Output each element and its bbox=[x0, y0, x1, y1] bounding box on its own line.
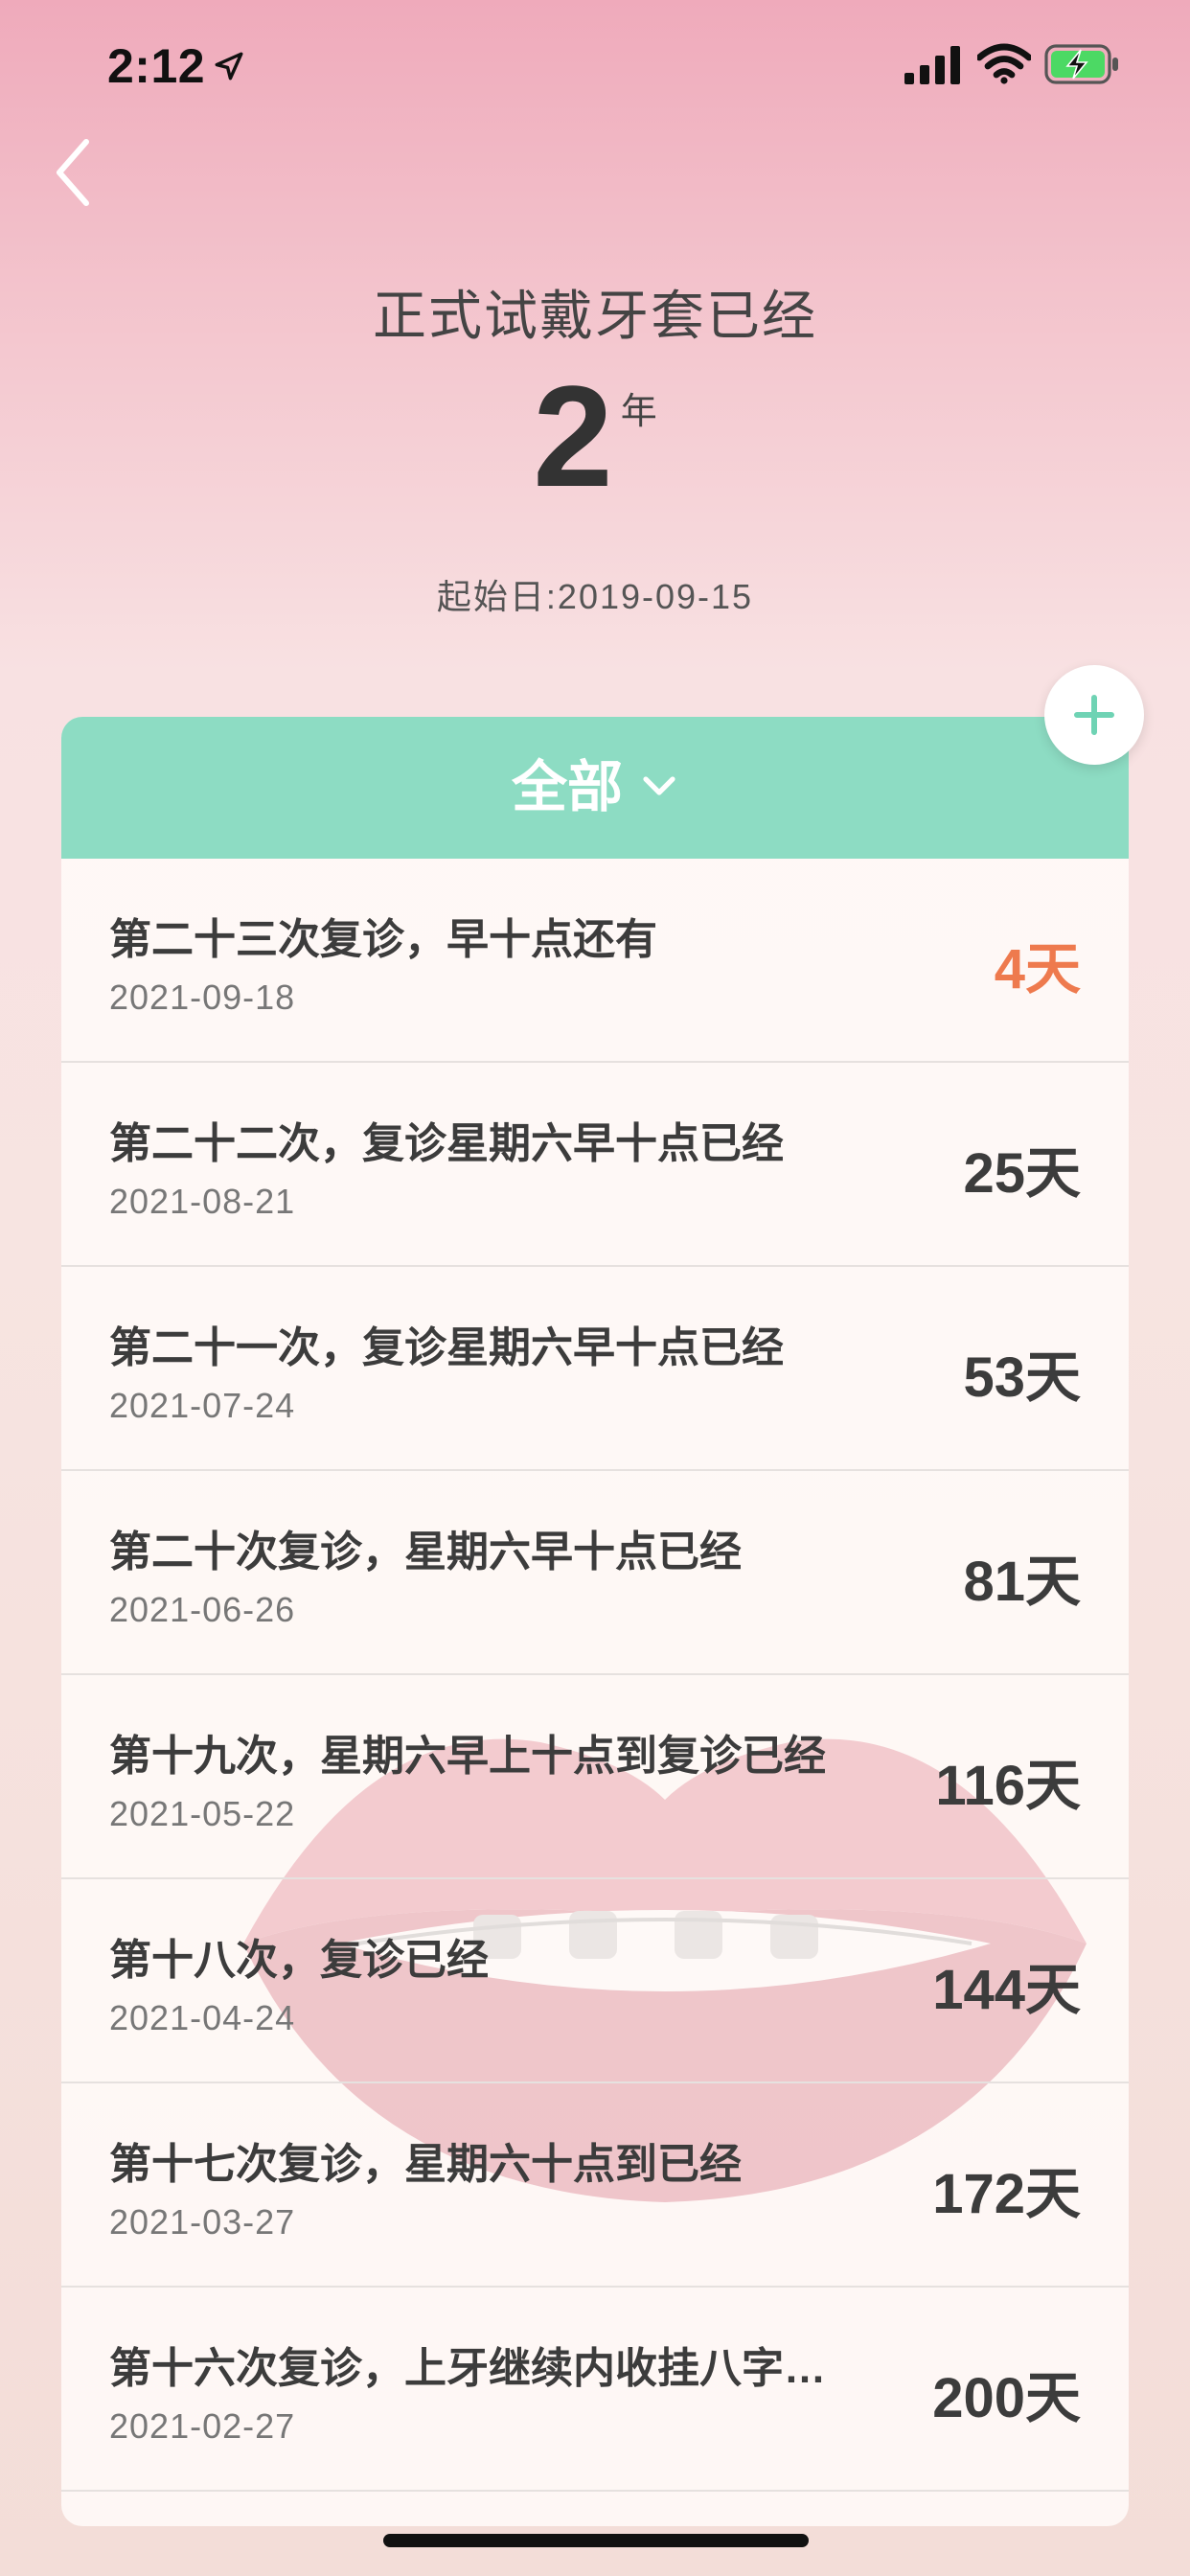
back-button[interactable] bbox=[48, 134, 125, 220]
battery-charging-icon bbox=[1044, 44, 1118, 84]
item-days: 53天 bbox=[963, 1346, 1081, 1409]
item-date: 2021-06-26 bbox=[109, 1590, 296, 1629]
item-date: 2021-02-27 bbox=[109, 2406, 296, 2446]
item-date: 2021-07-24 bbox=[109, 1386, 296, 1425]
item-days: 25天 bbox=[963, 1142, 1081, 1205]
reminder-list: 第二十三次复诊，早十点还有 2021-09-18 4天 第二十二次，复诊星期六早… bbox=[61, 859, 1129, 2492]
chevron-down-icon bbox=[643, 776, 675, 795]
item-date: 2021-08-21 bbox=[109, 1182, 296, 1221]
item-title: 第二十二次，复诊星期六早十点已经 bbox=[109, 1120, 784, 1167]
reminder-card: 全部 第二十三次复诊，早十点还有 2021-09-18 4天 第二十二次，复诊星… bbox=[61, 717, 1129, 2526]
add-reminder-button[interactable] bbox=[1044, 665, 1144, 765]
item-title: 第二十三次复诊，早十点还有 bbox=[109, 916, 657, 963]
chevron-left-icon bbox=[57, 139, 89, 206]
item-title: 第十七次复诊，星期六十点到已经 bbox=[109, 2141, 742, 2188]
item-date: 2021-03-27 bbox=[109, 2202, 296, 2242]
wifi-icon bbox=[977, 43, 1031, 84]
list-item[interactable]: 第二十二次，复诊星期六早十点已经 2021-08-21 25天 bbox=[61, 1063, 1129, 1267]
elapsed-count: 2 bbox=[533, 356, 613, 517]
filter-label: 全部 bbox=[511, 756, 623, 818]
start-date: 起始日:2019-09-15 bbox=[436, 577, 754, 616]
item-title: 第十九次，星期六早上十点到复诊已经 bbox=[109, 1733, 826, 1780]
elapsed-counter: 2年 bbox=[0, 364, 1190, 508]
elapsed-unit: 年 bbox=[620, 392, 657, 432]
status-bar: 2:12 bbox=[0, 0, 1190, 134]
list-item[interactable]: 第十六次复诊，上牙继续内收挂八字… 2021-02-27 200天 bbox=[61, 2288, 1129, 2492]
home-indicator[interactable] bbox=[383, 2534, 809, 2547]
item-days: 81天 bbox=[963, 1551, 1081, 1613]
list-item[interactable]: 第十七次复诊，星期六十点到已经 2021-03-27 172天 bbox=[61, 2083, 1129, 2288]
plus-icon bbox=[1074, 695, 1114, 735]
list-item[interactable]: 第二十次复诊，星期六早十点已经 2021-06-26 81天 bbox=[61, 1471, 1129, 1675]
list-item[interactable]: 第二十一次，复诊星期六早十点已经 2021-07-24 53天 bbox=[61, 1267, 1129, 1471]
item-date: 2021-09-18 bbox=[109, 978, 296, 1017]
filter-dropdown[interactable]: 全部 bbox=[61, 717, 1129, 859]
status-time: 2:12 bbox=[107, 39, 206, 93]
item-date: 2021-04-24 bbox=[109, 1998, 296, 2037]
item-title: 第二十一次，复诊星期六早十点已经 bbox=[109, 1324, 784, 1371]
cellular-signal-icon bbox=[904, 46, 960, 84]
list-item[interactable]: 第十八次，复诊已经 2021-04-24 144天 bbox=[61, 1879, 1129, 2083]
item-title: 第十八次，复诊已经 bbox=[109, 1937, 489, 1984]
item-date: 2021-05-22 bbox=[109, 1794, 296, 1833]
item-days: 200天 bbox=[932, 2367, 1081, 2429]
list-item[interactable]: 第二十三次复诊，早十点还有 2021-09-18 4天 bbox=[61, 859, 1129, 1063]
item-days: 172天 bbox=[932, 2163, 1081, 2225]
item-days: 4天 bbox=[994, 938, 1081, 1000]
item-days: 144天 bbox=[932, 1959, 1081, 2021]
location-arrow-icon bbox=[215, 52, 243, 80]
item-title: 第十六次复诊，上牙继续内收挂八字… bbox=[109, 2345, 826, 2392]
item-title: 第二十次复诊，星期六早十点已经 bbox=[109, 1529, 742, 1576]
item-days: 116天 bbox=[935, 1755, 1081, 1817]
list-item[interactable]: 第十九次，星期六早上十点到复诊已经 2021-05-22 116天 bbox=[61, 1675, 1129, 1879]
page-title: 正式试戴牙套已经 bbox=[373, 286, 817, 346]
